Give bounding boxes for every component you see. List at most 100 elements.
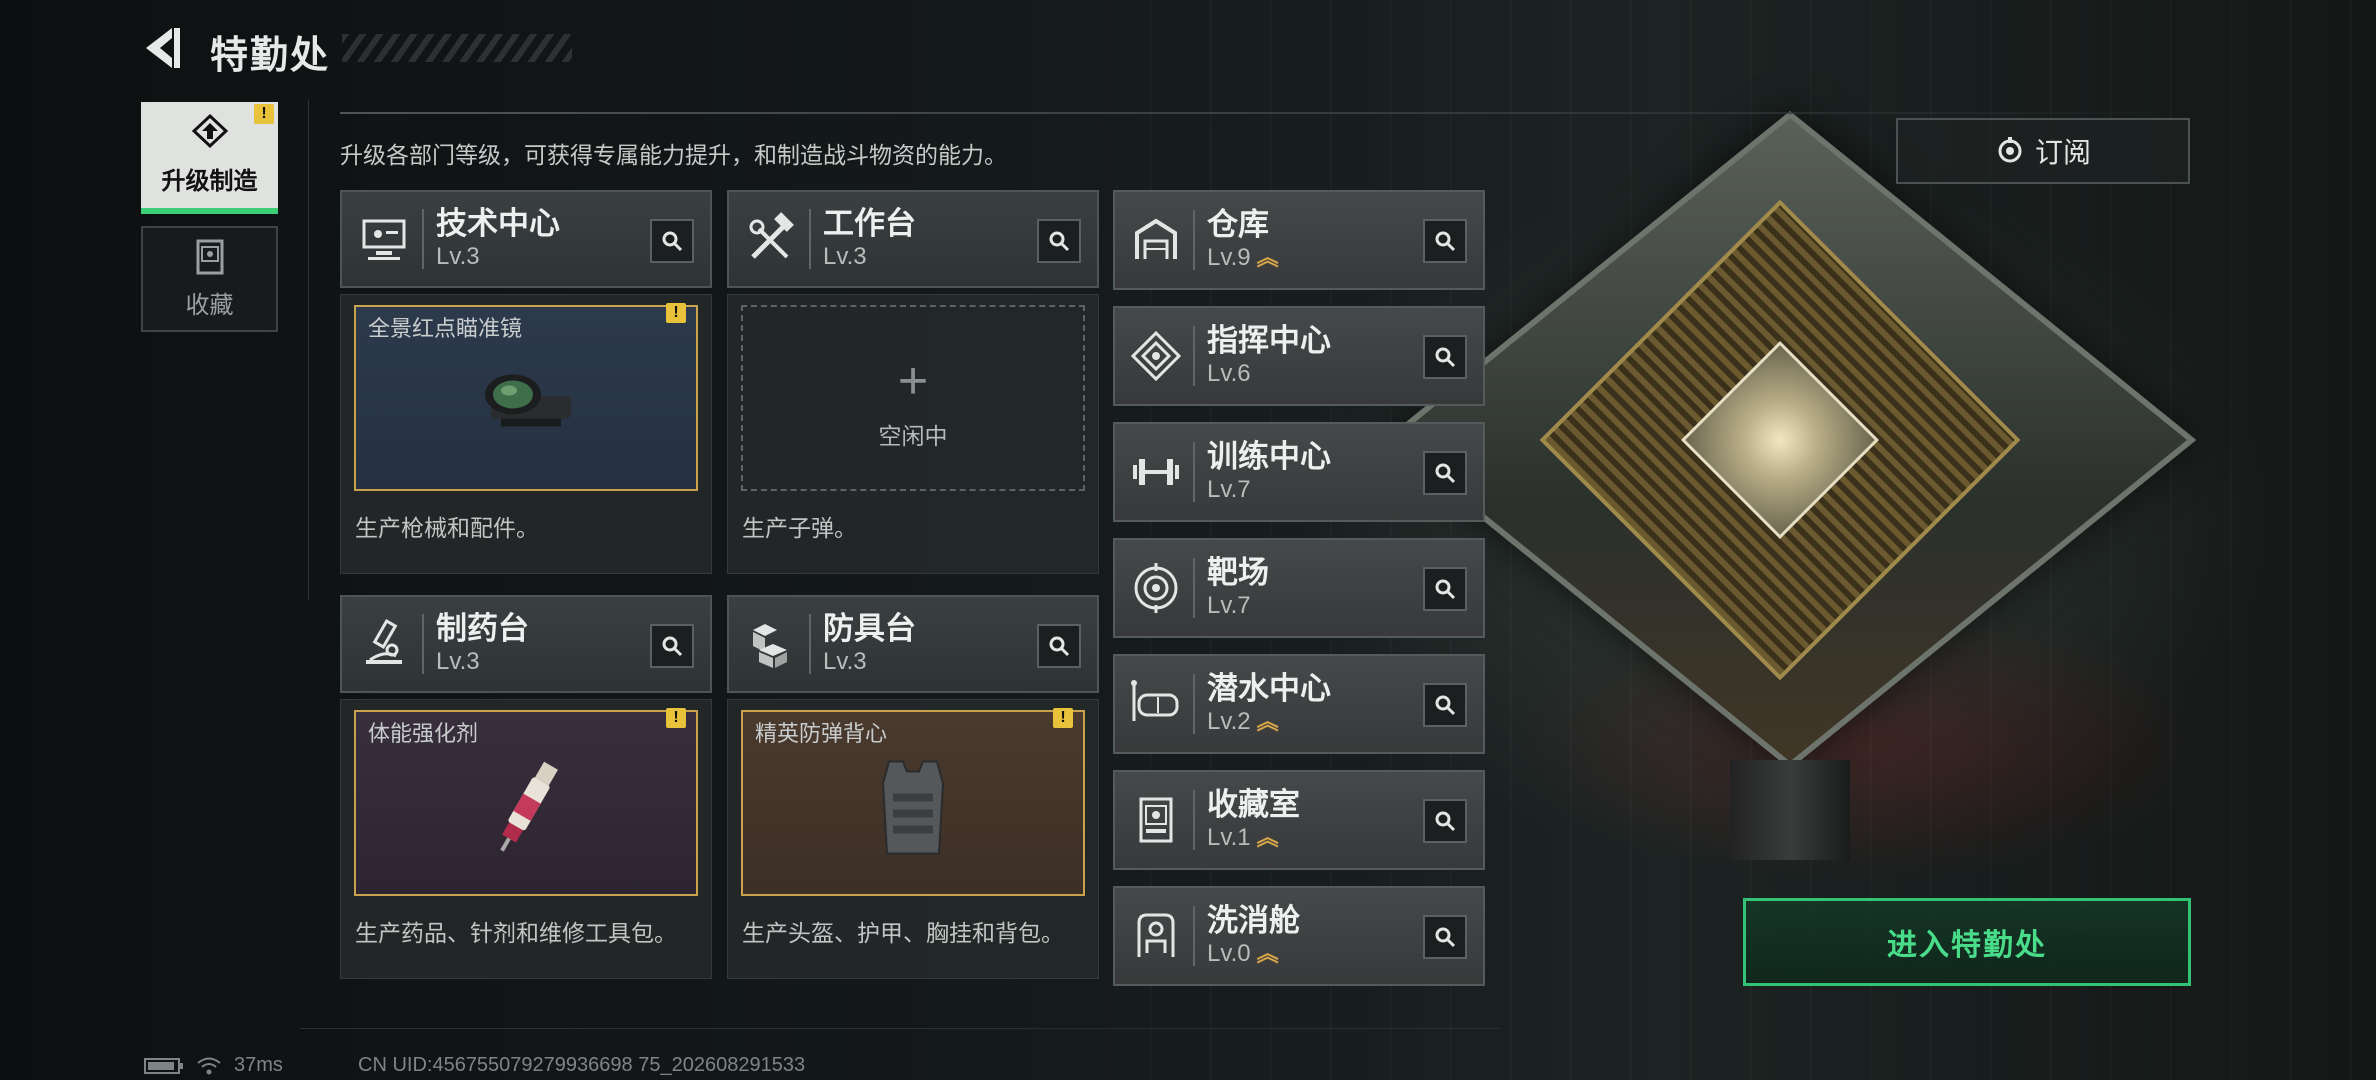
dept-card-pharmacy[interactable]: 制药台 Lv.3 体能强化剂 ! 生产药品、针剂和维修工具包。 [340,595,712,979]
dept-name: 指挥中心 [1207,323,1331,358]
separator [1193,326,1195,386]
wifi-icon [197,1057,221,1074]
search-button[interactable] [1423,219,1467,263]
dept-card-command-center[interactable]: 指挥中心 Lv.6 [1113,306,1485,406]
red-dot-sight-image [485,374,571,427]
upgrade-available-icon: ︽ [1256,245,1279,270]
armor-blocks-icon [753,624,787,668]
separator [1193,790,1195,850]
production-slot[interactable]: 全景红点瞄准镜 ! [354,303,698,491]
subscribe-label: 订阅 [2034,137,2091,168]
dept-name: 靶场 [1207,555,1269,590]
dept-level: Lv.3 [823,648,867,675]
dept-name: 防具台 [823,611,916,646]
dept-name: 收藏室 [1207,787,1300,822]
dept-header: 工作台 Lv.3 [727,190,1099,288]
dept-name: 潜水中心 [1207,671,1331,706]
dept-level: Lv.0 [1207,940,1251,967]
production-panel: 体能强化剂 ! 生产药品、针剂和维修工具包。 [340,699,712,979]
dept-level: Lv.1 [1207,824,1251,851]
dept-card-diving-center[interactable]: 潜水中心 Lv.2 ︽ [1113,654,1485,754]
back-arrow-icon[interactable] [142,26,182,70]
separator [809,614,811,674]
search-button[interactable] [1037,219,1081,263]
dept-card-training-center[interactable]: 训练中心 Lv.7 [1113,422,1485,522]
dept-description: 生产子弹。 [742,515,857,541]
search-icon [1435,463,1456,484]
title-decoration [342,34,572,62]
search-icon [1049,636,1070,657]
upgrade-available-icon: ︽ [1256,825,1279,850]
production-panel: 精英防弹背心 ! 生产头盔、护甲、胸挂和背包。 [727,699,1099,979]
production-slot[interactable]: 精英防弹背心 ! [741,708,1085,896]
search-icon [662,231,683,252]
production-panel: + 空闲中 生产子弹。 [727,294,1099,574]
search-icon [1435,231,1456,252]
diving-mask-icon [1131,680,1179,721]
status-bar: 37ms [144,1054,283,1077]
search-button[interactable] [1423,451,1467,495]
dept-card-warehouse[interactable]: 仓库 Lv.9 ︽ [1113,190,1485,290]
search-button[interactable] [1423,567,1467,611]
production-slot-empty[interactable]: + 空闲中 [741,305,1085,491]
dept-level: Lv.3 [823,243,867,270]
search-button[interactable] [1423,335,1467,379]
slot-item-name: 全景红点瞄准镜 [368,316,523,341]
dept-card-shooting-range[interactable]: 靶场 Lv.7 [1113,538,1485,638]
user-uid: CN UID:456755079279936698 75_20260829153… [358,1054,806,1076]
warning-badge: ! [254,104,274,124]
search-icon [1435,579,1456,600]
tab-label: 收藏 [185,292,234,319]
search-icon [1435,347,1456,368]
dept-name: 技术中心 [436,206,560,241]
target-icon [1134,563,1178,613]
computer-icon [362,219,406,260]
bell-gear-icon [1998,137,2022,163]
separator [809,209,811,269]
dept-card-collection-room[interactable]: 收藏室 Lv.1 ︽ [1113,770,1485,870]
dept-header: 技术中心 Lv.3 [340,190,712,288]
dept-card-tech-center[interactable]: 技术中心 Lv.3 全景红点瞄准镜 ! 生产枪械和配件。 [340,190,712,574]
dept-name: 制药台 [436,611,529,646]
divider [308,100,309,600]
stim-injector-image [500,761,558,852]
warehouse-icon [1135,218,1177,259]
separator [1193,674,1195,734]
dept-level: Lv.7 [1207,592,1251,619]
search-button[interactable] [1423,915,1467,959]
decon-icon [1137,913,1175,957]
slot-item-name: 体能强化剂 [368,721,479,746]
ping-value: 37ms [234,1054,283,1076]
collection-icon [196,239,223,275]
dept-card-armor-bench[interactable]: 防具台 Lv.3 精英防弹背心 ! 生产头盔、护甲、胸挂和背包。 [727,595,1099,979]
search-icon [1435,811,1456,832]
dept-header: 防具台 Lv.3 [727,595,1099,693]
cube-pillar [1730,760,1850,860]
search-icon [662,636,683,657]
microscope-icon [366,619,402,664]
collection-icon [1139,797,1173,843]
tab-label: 升级制造 [161,168,258,195]
dept-level: Lv.3 [436,243,480,270]
search-button[interactable] [1037,624,1081,668]
dept-card-workbench[interactable]: 工作台 Lv.3 + 空闲中 生产子弹。 [727,190,1099,574]
tab-collection[interactable]: 收藏 [141,226,278,332]
subscribe-button[interactable]: 订阅 [1896,118,2190,184]
dept-card-decon-chamber[interactable]: 洗消舱 Lv.0 ︽ [1113,886,1485,986]
production-slot[interactable]: 体能强化剂 ! [354,708,698,896]
armor-vest-image [881,760,945,855]
search-icon [1435,695,1456,716]
search-button[interactable] [650,624,694,668]
divider [300,1028,1500,1029]
search-icon [1049,231,1070,252]
dept-name: 洗消舱 [1207,903,1300,938]
search-button[interactable] [650,219,694,263]
dept-level: Lv.7 [1207,476,1251,503]
search-button[interactable] [1423,799,1467,843]
search-button[interactable] [1423,683,1467,727]
separator [1193,558,1195,618]
enter-special-ops-button[interactable]: 进入特勤处 [1743,898,2191,986]
search-icon [1435,927,1456,948]
production-panel: 全景红点瞄准镜 ! 生产枪械和配件。 [340,294,712,574]
tab-upgrade-craft[interactable]: 升级制造 ! [141,102,278,214]
